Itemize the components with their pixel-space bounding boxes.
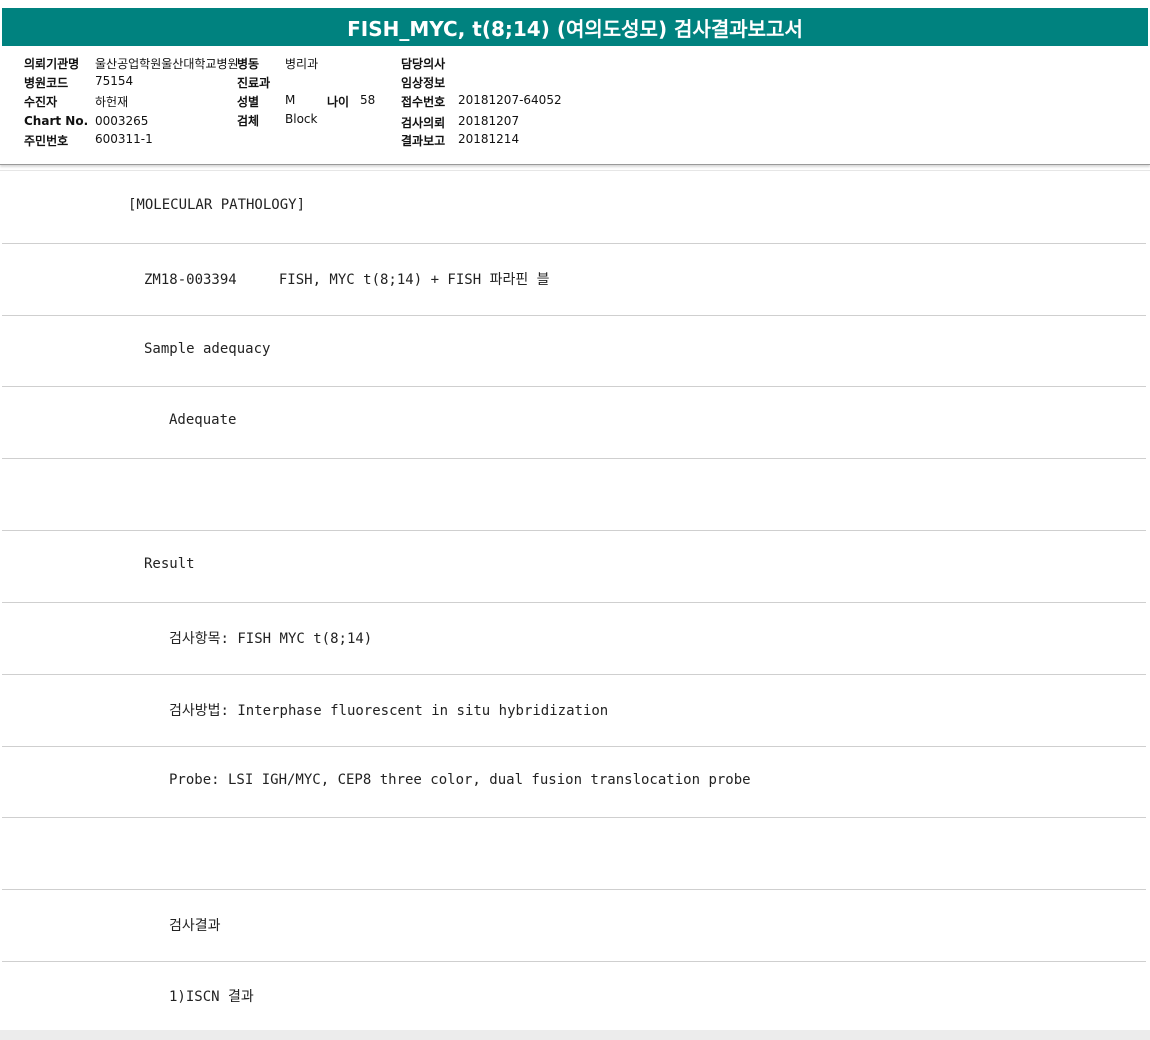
report-line: [MOLECULAR PATHOLOGY]: [2, 171, 1146, 244]
request-date-label: 검사의뢰: [401, 116, 446, 130]
chart-no-label: Chart No.: [24, 114, 89, 128]
request-date-value: 20181207: [458, 114, 520, 128]
report-date-label: 결과보고: [401, 134, 446, 148]
age-label: 나이: [327, 95, 350, 109]
sex-label: 성별: [237, 95, 260, 109]
receipt-label: 접수번호: [401, 95, 446, 109]
probe-line: Probe: LSI IGH/MYC, CEP8 three color, du…: [169, 772, 751, 788]
test-method-line: 검사방법: Interphase fluorescent in situ hyb…: [169, 703, 609, 719]
id-label: 주민번호: [24, 134, 69, 148]
id-value: 600311-1: [95, 132, 153, 146]
patient-label: 수진자: [24, 95, 58, 109]
report-date-value: 20181214: [458, 132, 520, 146]
test-result-heading: 검사결과: [169, 918, 221, 934]
receipt-value: 20181207-64052: [458, 93, 562, 107]
report-line: Sample adequacy: [2, 316, 1146, 387]
report-title: FISH_MYC, t(8;14) (여의도성모) 검사결과보고서: [2, 8, 1148, 46]
hospital-code-value: 75154: [95, 74, 134, 88]
report-line: [2, 459, 1146, 531]
report-line: Probe: LSI IGH/MYC, CEP8 three color, du…: [2, 747, 1146, 818]
sample-adequacy-value: Adequate: [169, 412, 237, 428]
ward-label: 병동: [237, 57, 260, 71]
institution-value: 울산공업학원울산대학교병원: [95, 57, 239, 71]
hospital-code-label: 병원코드: [24, 76, 69, 90]
clinical-info-label: 임상정보: [401, 76, 446, 90]
specimen-label: 검체: [237, 114, 260, 128]
patient-info-panel: 의뢰기관명 울산공업학원울산대학교병원 병동 병리과 담당의사 병원코드 751…: [0, 46, 1150, 165]
report-line: Adequate: [2, 387, 1146, 459]
report-line: 검사방법: Interphase fluorescent in situ hyb…: [2, 675, 1146, 747]
result-label: Result: [144, 556, 195, 572]
test-code-line: ZM18-003394 FISH, MYC t(8;14) + FISH 파라핀…: [144, 272, 550, 288]
specimen-value: Block: [285, 112, 318, 126]
section-heading: [MOLECULAR PATHOLOGY]: [128, 197, 306, 213]
test-item-line: 검사항목: FISH MYC t(8;14): [169, 631, 373, 647]
report-line: 검사결과: [2, 890, 1146, 962]
report-line: ZM18-003394 FISH, MYC t(8;14) + FISH 파라핀…: [2, 244, 1146, 316]
report-line: 1)ISCN 결과: [2, 962, 1146, 1029]
ward-value: 병리과: [285, 57, 319, 71]
institution-label: 의뢰기관명: [24, 57, 80, 71]
report-line: [2, 818, 1146, 890]
sample-adequacy-label: Sample adequacy: [144, 341, 271, 357]
patient-value: 하헌재: [95, 95, 129, 109]
report-line: Result: [2, 531, 1146, 603]
report-line: 검사항목: FISH MYC t(8;14): [2, 603, 1146, 675]
physician-label: 담당의사: [401, 57, 446, 71]
bottom-scroll-strip: [0, 1030, 1150, 1040]
sex-value: M: [285, 93, 296, 107]
department-label: 진료과: [237, 76, 271, 90]
iscn-result-line: 1)ISCN 결과: [169, 989, 254, 1005]
age-value: 58: [360, 93, 376, 107]
chart-no-value: 0003265: [95, 114, 149, 128]
